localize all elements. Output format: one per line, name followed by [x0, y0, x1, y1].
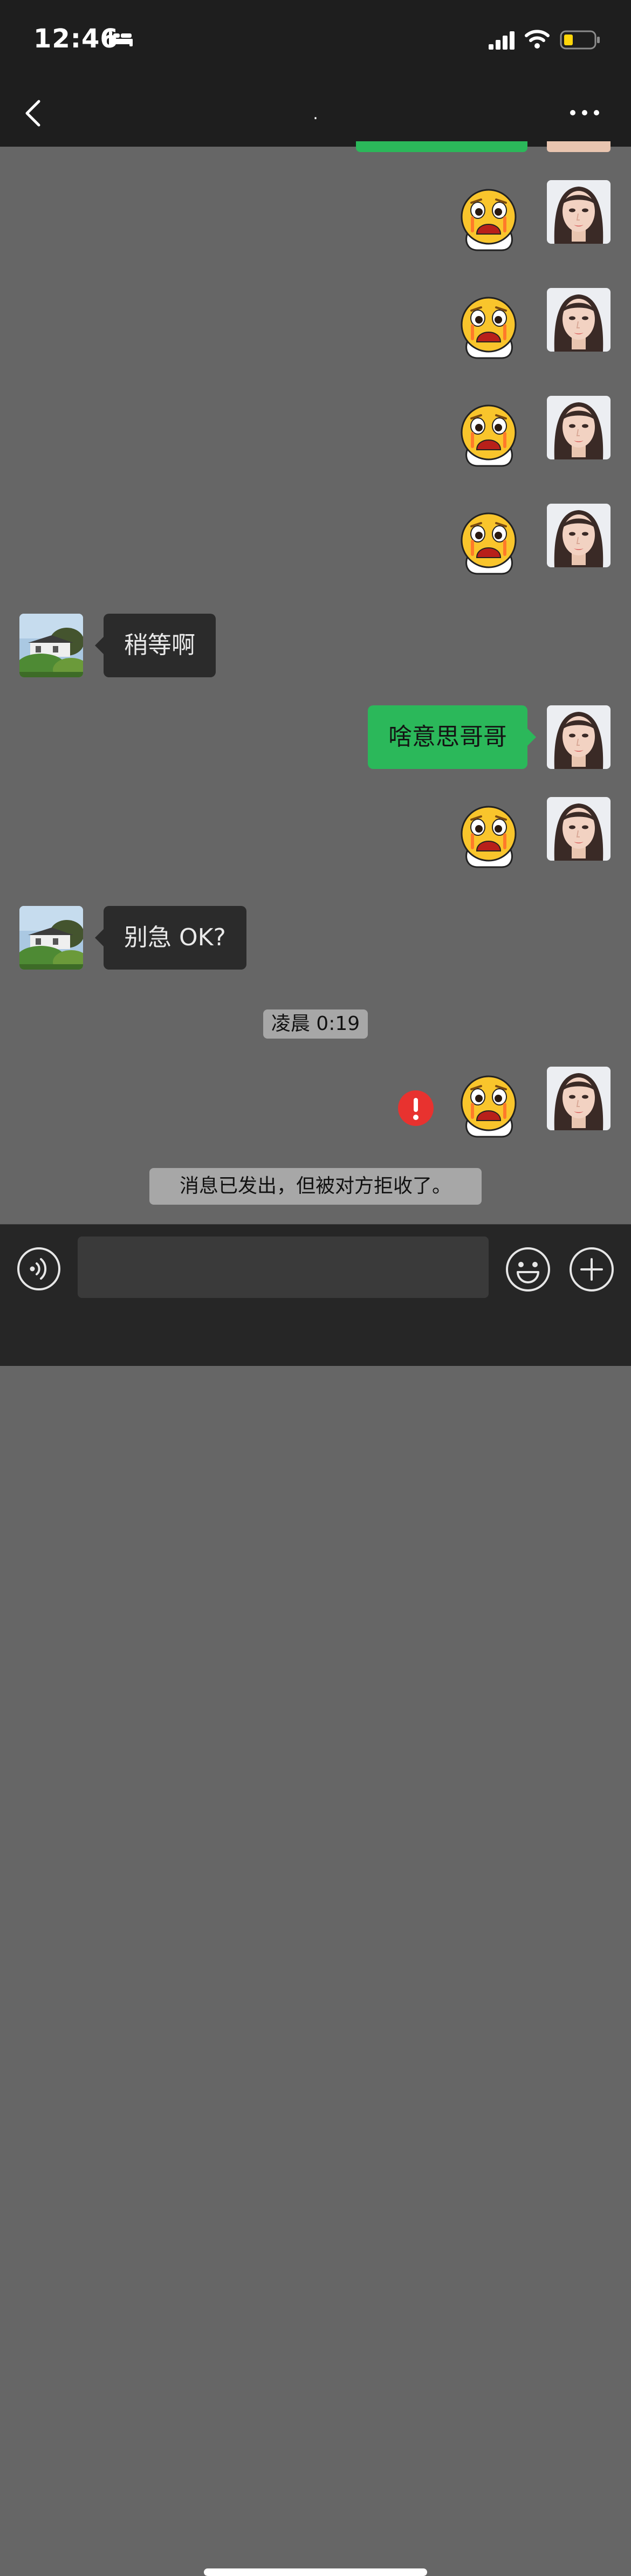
self-avatar[interactable]	[547, 797, 611, 861]
crying-face-sticker[interactable]	[456, 294, 521, 359]
crying-face-sticker[interactable]	[456, 510, 521, 575]
partial-outgoing-bubble[interactable]	[356, 141, 527, 152]
crying-face-sticker[interactable]	[456, 1073, 521, 1138]
emoji-icon[interactable]	[505, 1246, 551, 1293]
partial-self-avatar	[547, 141, 611, 152]
self-avatar[interactable]	[547, 396, 611, 459]
incoming-message-bubble[interactable]: 别急 OK?	[95, 906, 246, 970]
status-bar: 12:46	[0, 0, 631, 81]
cellular-signal-icon	[489, 31, 515, 50]
self-avatar[interactable]	[547, 288, 611, 352]
message-input[interactable]	[78, 1237, 489, 1298]
input-bar	[0, 1224, 631, 2576]
self-avatar[interactable]	[547, 1067, 611, 1130]
more-options-icon[interactable]	[568, 106, 601, 120]
self-avatar[interactable]	[547, 705, 611, 769]
home-indicator	[204, 2568, 427, 2576]
navigation-bar: .	[0, 81, 631, 147]
crying-face-sticker[interactable]	[456, 803, 521, 868]
wifi-icon	[525, 30, 550, 49]
system-notice: 消息已发出，但被对方拒收了。	[149, 1168, 482, 1205]
self-avatar[interactable]	[547, 504, 611, 567]
bed-icon	[109, 31, 133, 46]
add-icon[interactable]	[568, 1246, 615, 1293]
self-avatar[interactable]	[547, 180, 611, 244]
voice-input-icon[interactable]	[16, 1246, 61, 1292]
contact-avatar[interactable]	[19, 906, 83, 970]
message-timestamp: 凌晨 0:19	[263, 1009, 368, 1039]
send-failed-alert-icon[interactable]	[398, 1090, 434, 1126]
chat-title: .	[313, 105, 318, 123]
crying-face-sticker[interactable]	[456, 187, 521, 251]
status-time: 12:46	[33, 24, 119, 54]
crying-face-sticker[interactable]	[456, 402, 521, 467]
outgoing-message-bubble[interactable]: 啥意思哥哥	[368, 705, 536, 769]
battery-icon	[560, 30, 600, 50]
incoming-message-bubble[interactable]: 稍等啊	[95, 614, 216, 677]
contact-avatar[interactable]	[19, 614, 83, 677]
